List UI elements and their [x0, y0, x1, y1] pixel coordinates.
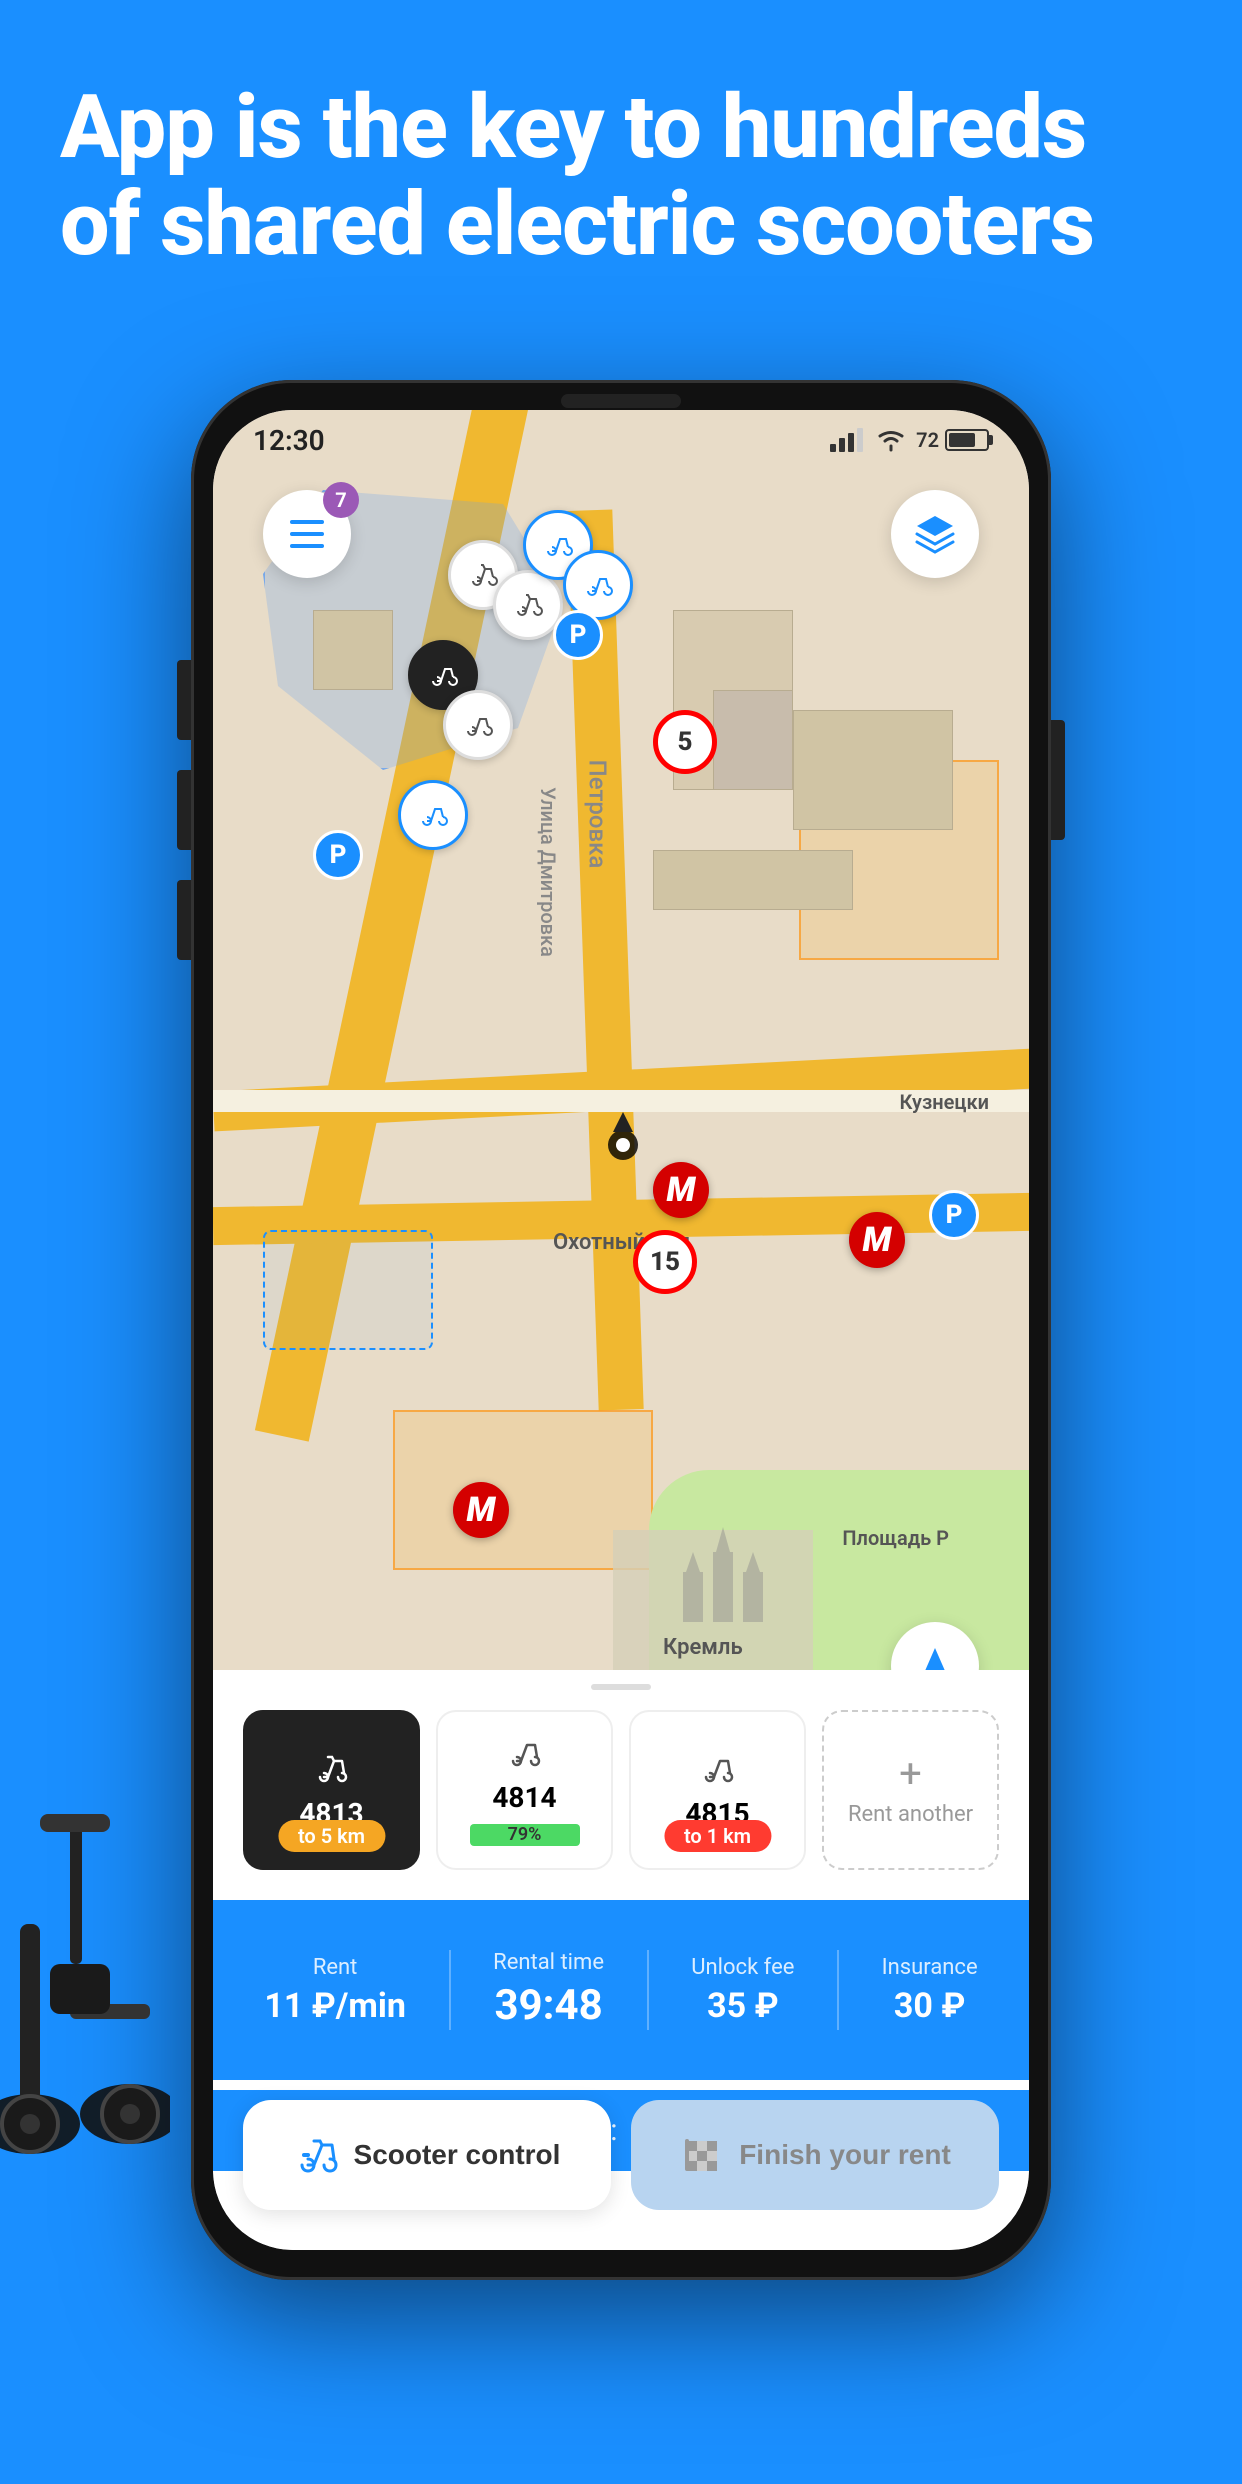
card-badge-1: to 5 km [278, 1820, 385, 1852]
signal-icon [830, 428, 866, 452]
hamburger-icon [290, 520, 324, 548]
finish-rent-button[interactable]: Finish your rent [631, 2100, 999, 2210]
road-label-petrovka: Петровка [583, 760, 611, 869]
panel-handle [591, 1684, 651, 1690]
card-badge-3: to 1 km [664, 1820, 771, 1852]
unlock-fee-label: Unlock fee [691, 1955, 794, 1980]
scooter-card-2[interactable]: 4814 79% [436, 1710, 613, 1870]
building-2 [713, 690, 793, 790]
status-bar: 12:30 [213, 410, 1029, 470]
card-badge-2: 79% [470, 1824, 580, 1846]
layers-icon [913, 512, 957, 556]
metro-sign-1: М [653, 1162, 709, 1218]
divider-1 [449, 1950, 451, 2030]
scooter-card-1[interactable]: 4813 to 5 km [243, 1710, 420, 1870]
wifi-icon [876, 428, 906, 452]
info-row: Rent 11 ₽/min Rental time 39:48 Unlock f… [213, 1900, 1029, 2080]
earpiece [561, 394, 681, 408]
rent-value: 11 ₽/min [264, 1986, 406, 2026]
status-time: 12:30 [253, 424, 325, 457]
rent-info: Rent 11 ₽/min [264, 1955, 406, 2026]
insurance-label: Insurance [882, 1955, 978, 1980]
map-area: Петровка Улица Дмитровка Охотный Ряд Куз… [213, 410, 1029, 1750]
scooter-control-label: Scooter control [354, 2139, 561, 2171]
action-buttons: Scooter control [243, 2100, 999, 2210]
phone-screen: 12:30 [213, 410, 1029, 2250]
building-5 [313, 610, 393, 690]
scooter-marker-5[interactable] [443, 690, 513, 760]
scooter-cards-row: 4813 to 5 km 4814 79% [243, 1710, 999, 1870]
scooter-marker-6[interactable] [398, 780, 468, 850]
unlock-fee-value: 35 ₽ [707, 1986, 778, 2026]
phone-frame: 12:30 [191, 380, 1051, 2280]
finish-rent-label: Finish your rent [739, 2139, 951, 2171]
rent-another-card[interactable]: + Rent another [822, 1710, 999, 1870]
card-scooter-icon-2 [507, 1735, 543, 1771]
rental-time-label: Rental time [493, 1950, 604, 1975]
finish-icon [679, 2133, 723, 2177]
label-square: Площадь Р [842, 1526, 949, 1550]
road-label-dmitrovka: Улица Дмитровка [536, 787, 560, 957]
layers-button[interactable] [891, 490, 979, 578]
insurance-info: Insurance 30 ₽ [882, 1955, 978, 2026]
divider-3 [837, 1950, 839, 2030]
kremlin-icon [673, 1522, 773, 1630]
bottom-panel: 4813 to 5 km 4814 79% [213, 1670, 1029, 2250]
metro-sign-3: М [453, 1482, 509, 1538]
metro-sign-2: М [849, 1212, 905, 1268]
menu-button[interactable]: 7 [263, 490, 351, 578]
notification-badge: 7 [323, 482, 359, 518]
parking-marker-1: P [553, 610, 603, 660]
building-3 [793, 710, 953, 830]
scooter-decoration [0, 1744, 170, 2164]
building-4 [653, 850, 853, 910]
user-position [608, 1130, 638, 1160]
parking-zone-dashed [263, 1230, 433, 1350]
card-scooter-icon-1 [314, 1751, 350, 1787]
battery-indicator: 72 [916, 428, 989, 452]
card-scooter-icon-3 [700, 1751, 736, 1787]
scooter-control-icon [294, 2133, 338, 2177]
rental-time-value: 39:48 [494, 1981, 602, 2030]
parking-marker-3: P [929, 1190, 979, 1240]
speed-sign-1: 5 [653, 710, 717, 774]
scooter-control-button[interactable]: Scooter control [243, 2100, 611, 2210]
hero-title: App is the key to hundreds of shared ele… [60, 80, 1182, 274]
divider-2 [647, 1950, 649, 2030]
status-icons: 72 [830, 428, 989, 452]
scooter-card-3[interactable]: 4815 to 1 km [629, 1710, 806, 1870]
plus-icon: + [899, 1754, 922, 1794]
rent-label: Rent [313, 1955, 358, 1980]
parking-marker-2: P [313, 830, 363, 880]
unlock-fee-info: Unlock fee 35 ₽ [691, 1955, 794, 2026]
label-kuznetski: Кузнецки [900, 1090, 989, 1114]
rent-another-label: Rent another [848, 1802, 973, 1827]
insurance-value: 30 ₽ [894, 1986, 965, 2026]
card-number-2: 4814 [492, 1781, 556, 1814]
rental-time-info: Rental time 39:48 [493, 1950, 604, 2030]
speed-sign-2: 15 [633, 1230, 697, 1294]
label-kreml: Кремль [663, 1635, 743, 1660]
